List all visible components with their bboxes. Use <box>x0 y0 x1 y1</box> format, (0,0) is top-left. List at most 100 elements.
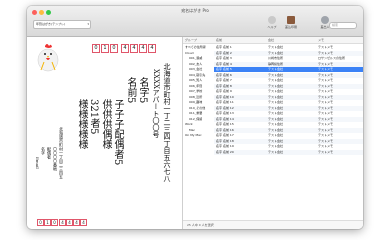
memo-column-header[interactable]: メモ <box>316 37 363 44</box>
company-cell: テスト会社 <box>268 133 284 137</box>
postal-digit: 4 <box>130 44 138 53</box>
company-cell: テスト会社 <box>268 45 284 49</box>
table-row[interactable]: 名字 名前 2 テスト会社 テストメモ <box>214 50 363 56</box>
name-cell: 名字 名前 9 <box>216 89 232 93</box>
company-cell: テスト会社 <box>268 72 284 77</box>
sender-postal-digit: 0 <box>51 219 58 226</box>
table-row[interactable]: 名字 名前 9 テスト会社 テストメモ <box>214 89 363 94</box>
memo-cell: テストメモ <box>318 122 334 126</box>
table-row[interactable]: 名字 名前 7 テスト会社 テストメモ <box>214 78 363 83</box>
name-cell: 名字 名前 19 <box>216 144 234 148</box>
table-row[interactable]: 名字 名前 1 テスト会社 テストメモ <box>214 45 363 50</box>
table-row[interactable]: 名字 名前 17 テスト会社 テストメモ <box>214 133 363 138</box>
address-line-1: 北海道市町村一丁二三四丁目五六七八 <box>163 63 171 182</box>
sender-postal-digit: 0 <box>37 219 44 226</box>
table-row[interactable]: 名字 名前 3 川崎市住所 ロサンゼルスの住所 <box>214 56 363 61</box>
table-row[interactable]: 名字 名前 20 テスト会社 テストメモ <box>214 149 363 155</box>
name-cell: 名字 名前 11 <box>216 100 234 104</box>
company-cell: テスト会社 <box>268 89 284 93</box>
table-row[interactable]: 名字 名前 8 テスト会社 テストメモ <box>214 83 363 89</box>
book-icon <box>287 16 295 24</box>
sender-line: 〇〇〇〇番地 <box>53 147 58 171</box>
toolbar: 宛名はがき Pro 年賀はがき(テンプレ) ▾ ヘルプ 差込印刷 差出人 検索 <box>27 6 363 37</box>
name-column-header[interactable]: 名前 <box>214 37 266 44</box>
memo-cell: テストメモ <box>318 67 334 71</box>
name-cell: 名字 名前 10 <box>216 94 234 99</box>
table-row[interactable]: 名字 名前 6 テスト会社 テストメモ <box>214 72 363 78</box>
table-row[interactable]: 名字 名前 15 テスト会社 テストメモ <box>214 122 363 127</box>
company-cell: テスト会社 <box>268 122 284 126</box>
postal-digit: 4 <box>148 44 156 53</box>
name-cell: 名字 名前 14 <box>216 116 234 121</box>
sidebar-group-item[interactable]: On My Mac <box>183 133 215 138</box>
company-cell: テスト会社 <box>268 94 284 99</box>
recipient-line: 子子子配偶者5 <box>112 99 123 166</box>
group-column-header: グループ <box>183 37 215 44</box>
company-cell: テスト会社 <box>268 105 284 110</box>
recipient-line: 321者5 <box>88 99 99 135</box>
sender-postal-digit: 1 <box>44 219 51 226</box>
sender-postal-digit: 4 <box>80 219 87 226</box>
memo-cell: テストメモ <box>318 127 334 132</box>
company-cell: 静岡県住所 <box>268 61 284 66</box>
table-row[interactable]: 名字 名前 19 テスト会社 テストメモ <box>214 144 363 149</box>
sidebar-group-item[interactable]: Work <box>183 122 215 127</box>
memo-cell: テストメモ <box>318 78 334 82</box>
status-bar: 25 人中 0 人を選択 <box>183 220 363 229</box>
name-cell: 名字 名前 5 <box>216 67 232 71</box>
sender-line: 配偶者 <box>47 147 52 159</box>
memo-cell: テストメモ <box>318 105 334 110</box>
help-button[interactable]: ヘルプ <box>264 16 280 29</box>
memo-cell: テストメモ <box>318 45 334 49</box>
company-cell: テスト会社 <box>268 50 284 55</box>
layout-button-label: 差込印刷 <box>284 25 297 29</box>
sender-line: Email <box>35 157 40 169</box>
postal-digit: 0 <box>110 44 118 53</box>
table-row[interactable]: 名字 名前 16 テスト会社 テストメモ <box>214 127 363 133</box>
sidebar-group-item[interactable]: Cloud <box>183 51 215 56</box>
layout-button[interactable]: 差込印刷 <box>283 16 299 29</box>
memo-cell: テストメモ <box>318 149 334 154</box>
name-cell: 名字 名前 8 <box>216 83 232 88</box>
table-row[interactable]: 名字 名前 10 テスト会社 テストメモ <box>214 94 363 100</box>
name-cell: 名字 名前 20 <box>216 149 234 154</box>
company-column-header[interactable]: 会社 <box>266 37 316 44</box>
sidebar-group-item[interactable]: すべての住所録 <box>183 45 215 50</box>
table-row[interactable]: 名字 名前 5 テスト会社 テストメモ <box>214 67 363 72</box>
table-row[interactable]: 名字 名前 11 テスト会社 テストメモ <box>214 100 363 105</box>
memo-cell: テストメモ <box>318 61 334 66</box>
memo-cell: テストメモ <box>318 72 334 77</box>
window-title: 宛名はがき Pro <box>181 8 209 13</box>
help-button-label: ヘルプ <box>267 25 277 29</box>
company-cell: テスト会社 <box>268 111 284 115</box>
company-cell: テスト会社 <box>268 78 284 82</box>
table-row[interactable]: 名字 名前 13 テスト会社 テストメモ <box>214 111 363 116</box>
memo-cell: テストメモ <box>318 100 334 104</box>
company-cell: テスト会社 <box>268 144 284 148</box>
memo-cell: テストメモ <box>318 50 334 55</box>
search-input[interactable]: 検索 <box>329 22 357 29</box>
name-cell: 名字 名前 3 <box>216 56 232 60</box>
company-cell: テスト会社 <box>268 149 284 154</box>
template-select-value: 年賀はがき(テンプレ) <box>36 22 66 26</box>
sender-line: 名字 <box>41 147 46 155</box>
question-icon <box>268 16 276 24</box>
memo-cell: テストメモ <box>318 133 334 137</box>
name-cell: 名字 名前 16 <box>216 127 234 132</box>
table-row[interactable]: 名字 名前 18 テスト会社 テストメモ <box>214 138 363 144</box>
selection-count: 25 人中 0 人を選択 <box>187 223 214 227</box>
table-row[interactable]: 名字 名前 4 静岡県住所 テストメモ <box>214 61 363 67</box>
memo-cell: テストメモ <box>318 138 334 143</box>
postal-digit: 1 <box>101 44 109 53</box>
sender-postal-digit: 4 <box>66 219 73 226</box>
template-select[interactable]: 年賀はがき(テンプレ) ▾ <box>33 20 91 29</box>
memo-cell: テストメモ <box>318 111 334 115</box>
name-cell: 名字 名前 1 <box>216 45 232 49</box>
name-cell: 名字 名前 2 <box>216 50 232 55</box>
memo-cell: テストメモ <box>318 89 334 93</box>
table-row[interactable]: 名字 名前 14 テスト会社 テストメモ <box>214 116 363 122</box>
recipient-line: 名前5 <box>125 77 136 104</box>
table-row[interactable]: 名字 名前 12 テスト会社 テストメモ <box>214 105 363 111</box>
postal-digit: 4 <box>139 44 147 53</box>
postal-digit: 4 <box>121 44 129 53</box>
